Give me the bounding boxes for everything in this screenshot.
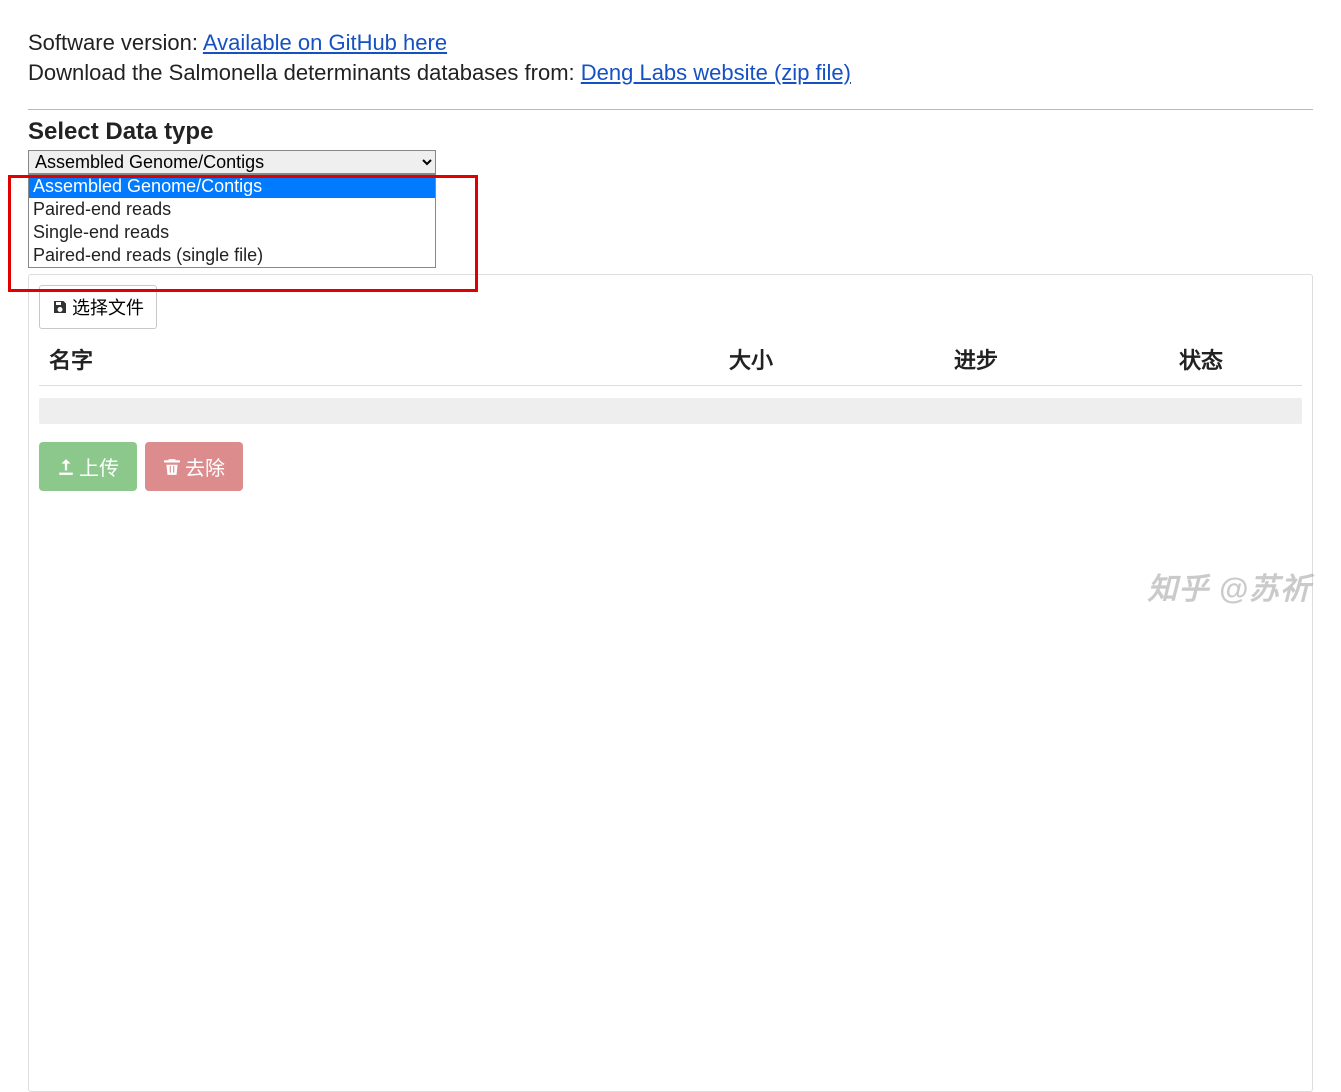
file-table-header: 名字 大小 进步 状态 [39,335,1302,386]
option-paired-end[interactable]: Paired-end reads [29,198,435,221]
queue-progress-bar [39,398,1302,424]
option-paired-end-single-file[interactable]: Paired-end reads (single file) [29,244,435,267]
select-data-type-title: Select Data type [28,118,1313,146]
divider [28,109,1313,110]
col-header-name: 名字 [49,343,729,375]
trash-icon [163,458,181,476]
software-version-line: Software version: Available on GitHub he… [28,28,1313,58]
download-db-label: Download the Salmonella determinants dat… [28,60,581,85]
save-icon [52,299,68,315]
col-header-progress: 进步 [954,343,1179,375]
github-link[interactable]: Available on GitHub here [203,30,447,55]
deng-labs-link[interactable]: Deng Labs website (zip file) [581,60,851,85]
upload-button[interactable]: 上传 [39,442,137,491]
remove-button[interactable]: 去除 [145,442,243,491]
option-assembled-genome[interactable]: Assembled Genome/Contigs [29,175,435,198]
choose-file-button[interactable]: 选择文件 [39,285,157,329]
col-header-status: 状态 [1179,343,1292,375]
data-type-dropdown: Assembled Genome/Contigs Paired-end read… [28,174,436,268]
software-version-label: Software version: [28,30,203,55]
download-db-line: Download the Salmonella determinants dat… [28,58,1313,88]
remove-label: 去除 [185,452,225,481]
upload-label: 上传 [79,452,119,481]
choose-file-label: 选择文件 [72,294,144,320]
upload-icon [57,458,75,476]
file-upload-panel: 选择文件 名字 大小 进步 状态 上传 去除 [28,274,1313,1092]
col-header-size: 大小 [729,343,954,375]
option-single-end[interactable]: Single-end reads [29,221,435,244]
data-type-select[interactable]: Assembled Genome/Contigs [28,150,436,174]
